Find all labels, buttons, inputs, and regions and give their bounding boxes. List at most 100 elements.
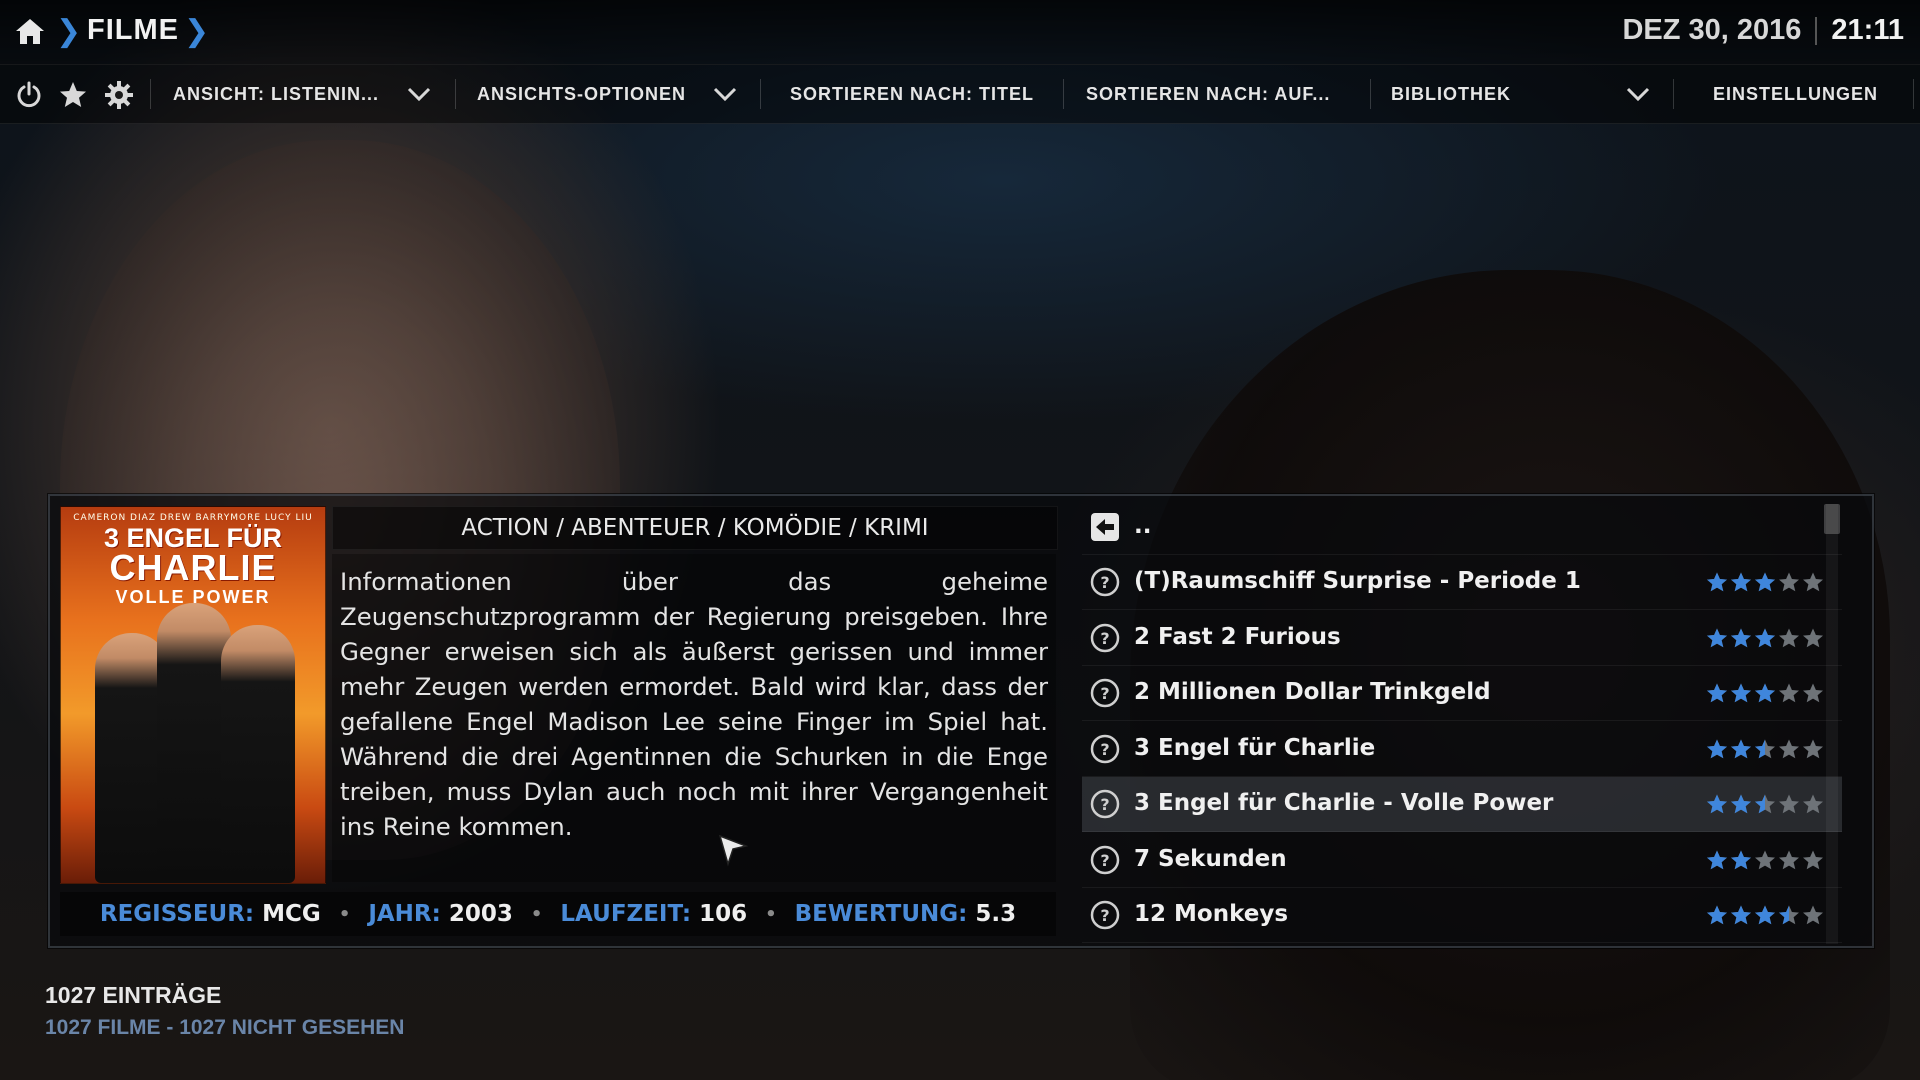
- list-item-title: 2 Fast 2 Furious: [1134, 623, 1341, 650]
- list-item[interactable]: ? 3 Engel für Charlie - Volle Power: [1082, 777, 1842, 832]
- list-item[interactable]: ? (T)Raumschiff Surprise - Periode 1: [1082, 555, 1842, 610]
- star-icon: [1803, 739, 1823, 758]
- list-item-title: 2 Millionen Dollar Trinkgeld: [1134, 679, 1491, 705]
- star-icon: [1803, 794, 1823, 814]
- movie-poster[interactable]: CAMERON DIAZ DREW BARRYMORE LUCY LIU 3 E…: [60, 506, 326, 884]
- back-arrow-icon: [1091, 513, 1119, 541]
- clock-divider: [1815, 16, 1818, 45]
- list-scrollbar[interactable]: [1826, 504, 1838, 944]
- genre-line: ACTION / ABENTEUER / KOMÖDIE / KRIMI: [332, 506, 1058, 550]
- sort-order-button[interactable]: SORTIEREN NACH: AUF...: [1086, 84, 1330, 105]
- chevron-down-icon[interactable]: [406, 83, 432, 105]
- movie-list: .. ? (T)Raumschiff Surprise - Periode 1? 2…: [1082, 500, 1842, 944]
- settings-button[interactable]: EINSTELLUNGEN: [1713, 84, 1878, 105]
- kodi-library-screen: ❯ FILME ❯ DEZ 30, 2016 21:11 ANSICHT: LI…: [0, 0, 1920, 1080]
- poster-title-line-2: CHARLIE: [109, 547, 277, 588]
- rating-stars: [1706, 738, 1824, 760]
- list-scrollbar-thumb[interactable]: [1824, 504, 1840, 534]
- list-item[interactable]: ? 12 Monkeys: [1082, 888, 1842, 943]
- list-item-title: 3 Engel für Charlie - Volle Power: [1134, 790, 1554, 816]
- star-icon: [1731, 794, 1751, 814]
- settings-gear-icon[interactable]: [104, 80, 134, 110]
- view-type-button[interactable]: ANSICHT: LISTENIN...: [173, 84, 379, 105]
- svg-text:?: ?: [1100, 740, 1109, 759]
- star-icon: [1803, 628, 1823, 647]
- star-icon: [1755, 572, 1775, 592]
- plot-box: Informationen über das geheime Zeugensch…: [332, 554, 1056, 882]
- mouse-pointer-icon: [718, 834, 748, 867]
- library-button[interactable]: BIBLIOTHEK: [1391, 84, 1511, 105]
- rating-stars: [1706, 904, 1824, 926]
- breadcrumb-separator-icon: ❯: [56, 14, 82, 49]
- options-separator: [1063, 79, 1064, 109]
- options-separator: [1913, 79, 1914, 109]
- unwatched-question-icon: ?: [1090, 845, 1120, 874]
- list-item-title: 3 Engel für Charlie: [1134, 734, 1376, 761]
- star-icon: [1731, 850, 1751, 869]
- unwatched-question-icon: ?: [1090, 789, 1120, 819]
- year-label: JAHR:: [368, 901, 441, 927]
- media-info-panel: CAMERON DIAZ DREW BARRYMORE LUCY LIU 3 E…: [48, 494, 1874, 948]
- star-icon: [1779, 794, 1799, 814]
- home-icon[interactable]: [14, 16, 46, 46]
- star-icon: [1707, 572, 1727, 592]
- svg-text:?: ?: [1100, 795, 1109, 814]
- star-icon: [1803, 683, 1823, 703]
- rating-stars: [1706, 627, 1824, 649]
- year-value: 2003: [448, 901, 513, 927]
- list-item-title: 7 Sekunden: [1134, 845, 1287, 872]
- meta-separator-dot: •: [530, 903, 543, 925]
- breadcrumb-separator-icon: ❯: [184, 14, 210, 49]
- chevron-down-icon[interactable]: [712, 83, 738, 105]
- item-count: 1027 EINTRÄGE: [45, 982, 222, 1008]
- list-item[interactable]: ? 2 Fast 2 Furious: [1082, 611, 1842, 666]
- star-icon: [1707, 794, 1727, 814]
- chevron-down-icon[interactable]: [1625, 83, 1651, 105]
- rating-stars: [1706, 793, 1824, 815]
- director-value: MCG: [262, 901, 321, 927]
- star-icon: [1731, 572, 1751, 592]
- list-item-parent[interactable]: ..: [1082, 500, 1842, 555]
- header-bar: ❯ FILME ❯ DEZ 30, 2016 21:11: [0, 0, 1920, 65]
- unwatched-question-icon: ?: [1090, 623, 1120, 652]
- star-icon: [1779, 850, 1799, 869]
- list-item-title: 12 Monkeys: [1134, 901, 1289, 927]
- star-icon: [1755, 739, 1775, 758]
- rating-value: 5.3: [975, 901, 1017, 927]
- favourites-star-icon[interactable]: [58, 80, 88, 110]
- unwatched-question-icon: ?: [1090, 734, 1120, 763]
- runtime-label: LAUFZEIT:: [560, 901, 692, 927]
- star-icon: [1731, 683, 1751, 703]
- star-icon: [1755, 628, 1775, 647]
- star-icon: [1779, 683, 1799, 703]
- star-icon: [1707, 683, 1727, 703]
- list-item[interactable]: ? 7 Sekunden: [1082, 833, 1842, 888]
- star-icon: [1707, 739, 1727, 758]
- plot-text: Informationen über das geheime Zeugensch…: [340, 567, 1048, 841]
- star-icon: [1707, 850, 1727, 869]
- view-options-button[interactable]: ANSICHTS-OPTIONEN: [477, 84, 686, 105]
- star-icon: [1779, 739, 1799, 758]
- options-separator: [150, 79, 151, 109]
- list-item[interactable]: ? 2 Millionen Dollar Trinkgeld: [1082, 666, 1842, 721]
- list-item[interactable]: ? 3 Engel für Charlie: [1082, 722, 1842, 777]
- svg-text:?: ?: [1100, 906, 1109, 925]
- list-item-title: ..: [1134, 513, 1152, 539]
- svg-text:?: ?: [1100, 629, 1109, 648]
- star-icon: [1803, 905, 1823, 925]
- star-icon: [1731, 739, 1751, 758]
- star-icon: [1707, 905, 1727, 925]
- clock: DEZ 30, 2016 21:11: [1622, 14, 1904, 47]
- unwatched-question-icon: ?: [1090, 567, 1120, 597]
- list-item-title: (T)Raumschiff Surprise - Periode 1: [1134, 568, 1581, 594]
- options-separator: [455, 79, 456, 109]
- movie-meta-bar: REGISSEUR: MCG • JAHR: 2003 • LAUFZEIT: …: [60, 892, 1056, 936]
- unwatched-question-icon: ?: [1090, 900, 1120, 930]
- sort-by-button[interactable]: SORTIEREN NACH: TITEL: [790, 84, 1034, 105]
- meta-separator-dot: •: [338, 903, 351, 925]
- star-icon: [1707, 628, 1727, 647]
- power-icon[interactable]: [14, 80, 44, 110]
- options-bar: ANSICHT: LISTENIN... ANSICHTS-OPTIONEN S…: [0, 65, 1920, 124]
- rating-stars: [1706, 571, 1824, 593]
- rating-stars: [1706, 682, 1824, 704]
